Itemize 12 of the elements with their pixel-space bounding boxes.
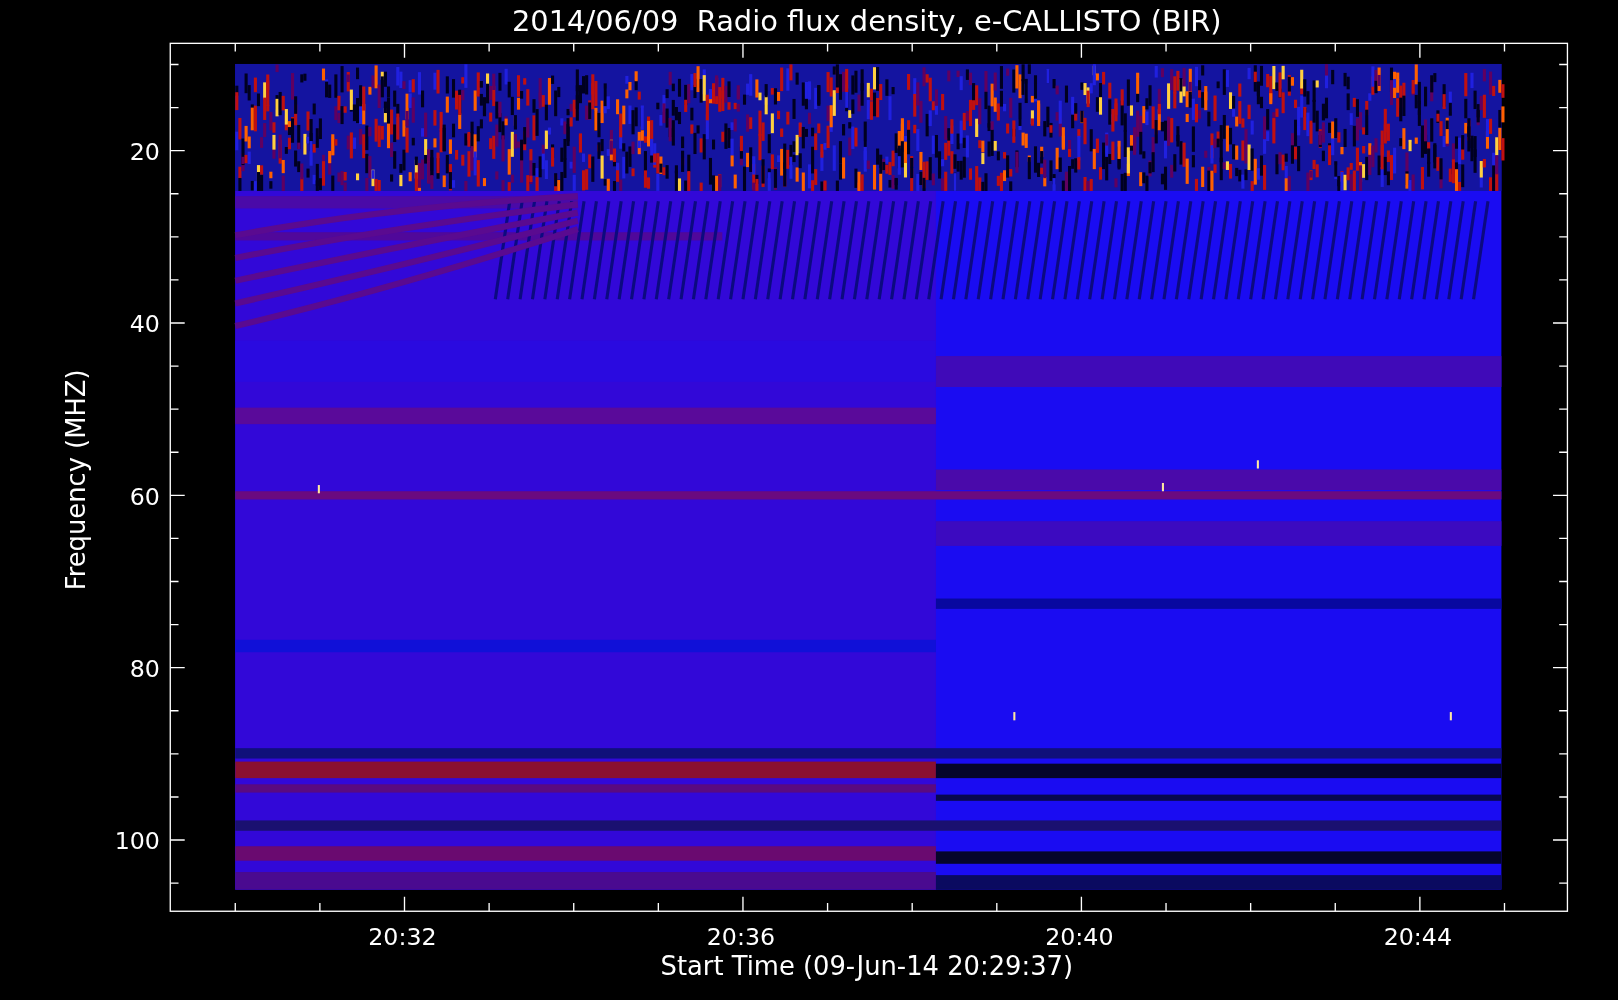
tick-label: 40 xyxy=(129,310,160,339)
tick-label: 20 xyxy=(129,137,160,166)
tick-label: 20:40 xyxy=(1045,923,1114,952)
tick-label: 20:36 xyxy=(706,923,776,952)
tick-label: 20:44 xyxy=(1383,923,1452,952)
tick-label: 80 xyxy=(129,655,160,683)
axis-label: Frequency (MHZ) xyxy=(60,369,91,591)
axis-label: Start Time (09-Jun-14 20:29:37) xyxy=(660,951,1074,982)
chart-title: 2014/06/09 Radio flux density, e-CALLISTO (BIR) xyxy=(511,3,1222,38)
tick-label: 60 xyxy=(129,482,160,511)
tick-label: 100 xyxy=(114,827,160,856)
tick-label: 20:32 xyxy=(368,923,437,952)
